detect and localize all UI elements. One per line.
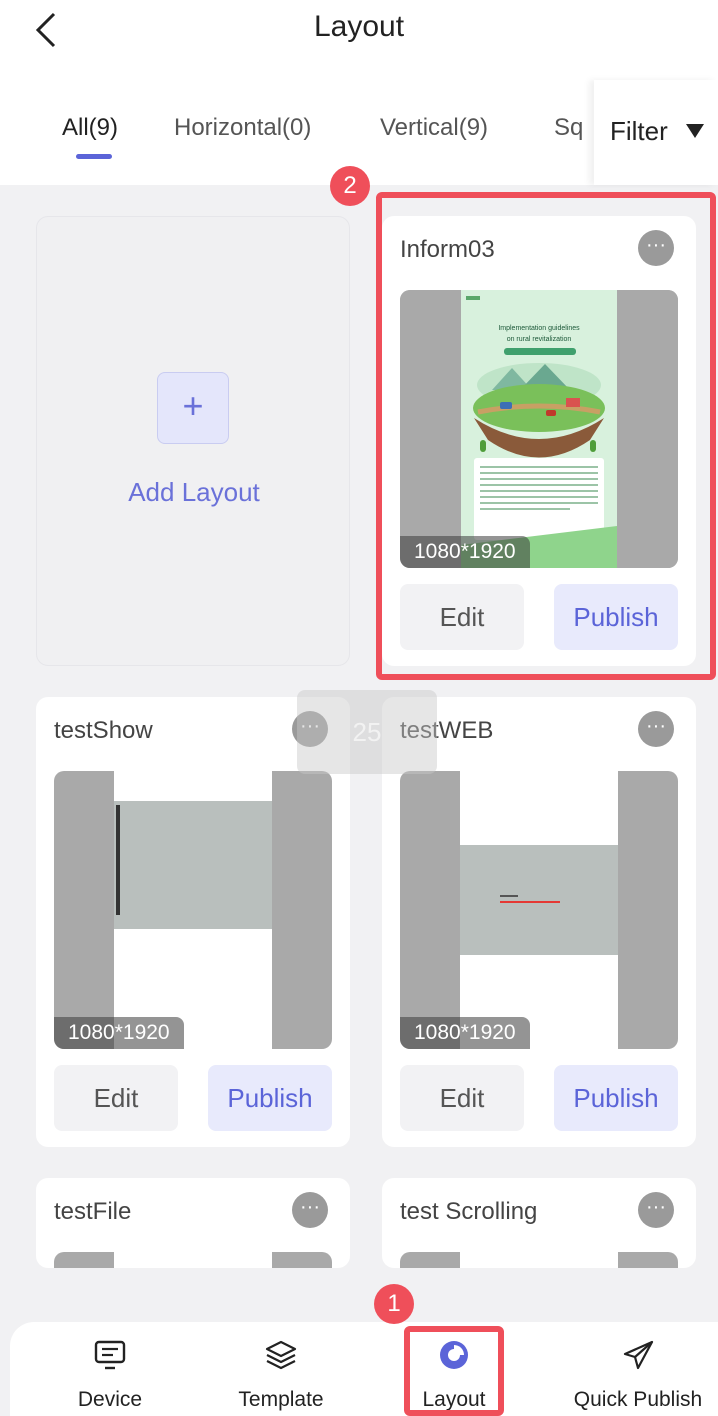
layout-thumbnail[interactable]: 1080*1920 (400, 771, 678, 1049)
layout-name: testShow (54, 717, 153, 744)
testweb-preview-image (400, 771, 678, 1049)
layout-name: testFile (54, 1198, 132, 1225)
nav-label: Device (77, 1388, 143, 1411)
tab-square[interactable]: Sq (554, 114, 583, 142)
nav-label: Quick Publish (573, 1388, 703, 1411)
faded-overlay: 25 (297, 690, 437, 774)
more-options-icon[interactable]: ··· (638, 1192, 674, 1228)
annotation-badge: 1 (374, 1284, 414, 1324)
nav-device[interactable]: Device (50, 1322, 170, 1416)
thumbnail-edge (400, 1252, 460, 1268)
add-layout-button[interactable]: + (157, 372, 229, 444)
active-tab-indicator (76, 154, 112, 159)
publish-button[interactable]: Publish (554, 1065, 678, 1131)
add-layout-card[interactable]: + Add Layout (36, 216, 350, 666)
tab-vertical[interactable]: Vertical(9) (380, 114, 488, 142)
filter-label: Filter (610, 116, 668, 146)
tab-all[interactable]: All(9) (62, 114, 118, 142)
layout-card-testfile[interactable]: testFile ··· (36, 1178, 350, 1268)
publish-button[interactable]: Publish (208, 1065, 332, 1131)
bottom-nav: Device Template Layout Quick Publish (10, 1322, 718, 1416)
monitor-icon (94, 1340, 126, 1370)
header: Layout All(9) Horizontal(0) Vertical(9) … (0, 0, 718, 185)
resolution-badge: 1080*1920 (400, 1017, 530, 1049)
nav-template[interactable]: Template (216, 1322, 346, 1416)
nav-quick-publish[interactable]: Quick Publish (558, 1322, 718, 1416)
paper-plane-icon (623, 1340, 654, 1370)
layout-thumbnail[interactable]: 1080*1920 (54, 771, 332, 1049)
resolution-badge: 1080*1920 (54, 1017, 184, 1049)
thumbnail-edge (54, 1252, 114, 1268)
more-options-icon[interactable]: ··· (638, 711, 674, 747)
nav-label: Template (238, 1388, 324, 1411)
add-layout-label[interactable]: Add Layout (37, 477, 351, 508)
tab-bar: All(9) Horizontal(0) Vertical(9) Sq (0, 110, 590, 170)
annotation-highlight-card (376, 192, 716, 680)
thumbnail-edge (272, 1252, 332, 1268)
layers-icon (265, 1340, 297, 1370)
layout-card-test-scrolling[interactable]: test Scrolling ··· (382, 1178, 696, 1268)
caret-down-icon (686, 124, 704, 138)
filter-button[interactable]: Filter (594, 80, 718, 185)
tab-horizontal[interactable]: Horizontal(0) (174, 114, 311, 142)
edit-button[interactable]: Edit (54, 1065, 178, 1131)
layout-name: test Scrolling (400, 1198, 538, 1225)
annotation-badge: 2 (330, 166, 370, 206)
more-options-icon[interactable]: ··· (292, 1192, 328, 1228)
page-title: Layout (313, 10, 405, 43)
testshow-preview-image (54, 771, 332, 1049)
annotation-highlight-nav (404, 1326, 504, 1416)
edit-button[interactable]: Edit (400, 1065, 524, 1131)
thumbnail-edge (618, 1252, 678, 1268)
